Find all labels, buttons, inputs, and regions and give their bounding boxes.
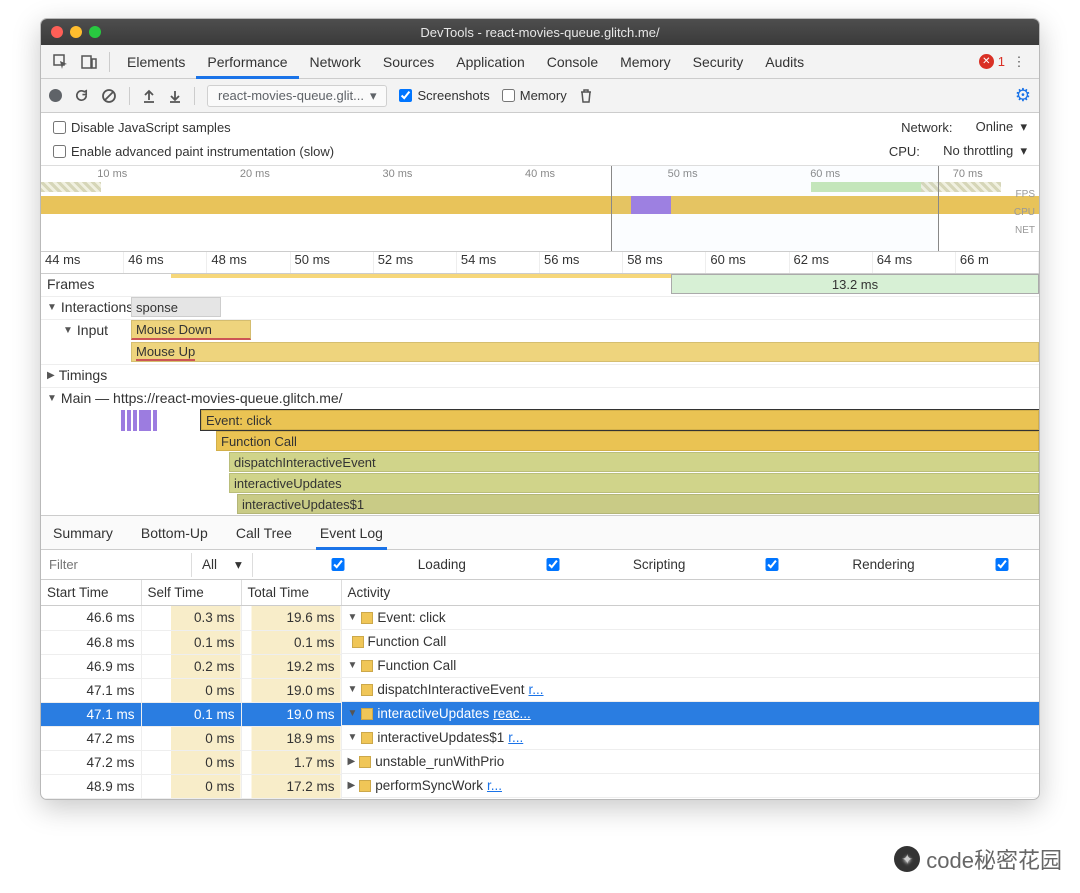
tab-sources[interactable]: Sources — [372, 45, 445, 79]
tab-console[interactable]: Console — [536, 45, 609, 79]
clear-icon[interactable] — [101, 88, 117, 104]
rendering-checkbox[interactable]: Rendering — [697, 557, 914, 572]
enable-paint-checkbox[interactable]: Enable advanced paint instrumentation (s… — [53, 144, 334, 159]
overview-chart[interactable]: 10 ms20 ms30 ms40 ms50 ms60 ms70 ms FPSC… — [41, 166, 1039, 252]
painting-checkbox[interactable]: Pain — [927, 557, 1040, 572]
loading-checkbox[interactable]: Loading — [263, 557, 466, 572]
error-badge[interactable]: ✕1 — [979, 54, 1005, 69]
tab-summary[interactable]: Summary — [49, 516, 117, 550]
tab-memory[interactable]: Memory — [609, 45, 682, 79]
more-icon[interactable]: ⋮ — [1009, 52, 1029, 72]
chevron-down-icon[interactable]: ▼ — [47, 302, 57, 313]
device-icon[interactable] — [79, 52, 99, 72]
filter-all-select[interactable]: All▾ — [191, 553, 253, 577]
chevron-down-icon[interactable]: ▼ — [63, 325, 73, 336]
tab-call-tree[interactable]: Call Tree — [232, 516, 296, 550]
table-row[interactable]: 46.6 ms0.3 ms19.6 ms▼Event: click — [41, 606, 1040, 631]
overview-selection[interactable] — [611, 166, 939, 251]
devtools-tabs: Elements Performance Network Sources App… — [41, 45, 1039, 79]
titlebar: DevTools - react-movies-queue.glitch.me/ — [41, 19, 1039, 45]
memory-checkbox[interactable]: Memory — [502, 88, 567, 103]
table-row[interactable]: 46.8 ms0.1 ms0.1 msFunction Call — [41, 630, 1040, 654]
time-ruler[interactable]: 44 ms46 ms48 ms50 ms52 ms54 ms56 ms58 ms… — [41, 252, 1039, 274]
scripting-checkbox[interactable]: Scripting — [478, 557, 686, 572]
disable-js-checkbox[interactable]: Disable JavaScript samples — [53, 120, 231, 135]
frames-track[interactable]: Frames 13.2 ms — [41, 274, 1039, 297]
trash-icon[interactable] — [579, 89, 593, 103]
frame-duration: 13.2 ms — [671, 274, 1039, 294]
timings-track[interactable]: ▶Timings — [41, 365, 1039, 388]
table-row[interactable]: 47.1 ms0 ms19.0 ms▼dispatchInteractiveEv… — [41, 678, 1040, 702]
wechat-icon: ✦ — [894, 846, 920, 872]
cpu-label: CPU: — [889, 144, 920, 159]
reload-icon[interactable] — [74, 88, 89, 103]
tab-audits[interactable]: Audits — [754, 45, 815, 79]
mouse-up-bar[interactable]: Mouse Up — [136, 344, 195, 361]
network-label: Network: — [901, 120, 952, 135]
tab-application[interactable]: Application — [445, 45, 536, 79]
gear-icon[interactable]: ⚙ — [1015, 85, 1031, 106]
tab-event-log[interactable]: Event Log — [316, 516, 387, 550]
bottom-tabs: Summary Bottom-Up Call Tree Event Log — [41, 516, 1039, 550]
col-start[interactable]: Start Time — [41, 580, 141, 606]
error-count: 1 — [998, 54, 1005, 69]
tab-performance[interactable]: Performance — [196, 45, 298, 79]
tracks-panel: Frames 13.2 ms ▼Interactions sponse ▼Inp… — [41, 274, 1039, 516]
event-log-table: All▾ Loading Scripting Rendering Pain St… — [41, 550, 1040, 799]
url-selector[interactable]: react-movies-queue.glit...▾ — [207, 85, 387, 107]
input-track[interactable]: ▼Input Mouse Down Mouse Up — [41, 320, 1039, 365]
record-icon[interactable] — [49, 89, 62, 102]
network-select[interactable]: Online ▾ — [976, 119, 1027, 135]
perf-toolbar: react-movies-queue.glit...▾ Screenshots … — [41, 79, 1039, 113]
mouse-down-bar[interactable]: Mouse Down — [131, 320, 251, 340]
watermark: ✦ code秘密花园 — [894, 843, 1062, 875]
table-row[interactable]: 46.9 ms0.2 ms19.2 ms▼Function Call — [41, 654, 1040, 678]
col-self[interactable]: Self Time — [141, 580, 241, 606]
interactions-track[interactable]: ▼Interactions sponse — [41, 297, 1039, 320]
col-activity[interactable]: Activity — [341, 580, 1040, 606]
inspect-icon[interactable] — [51, 52, 71, 72]
filter-input[interactable] — [41, 553, 191, 576]
download-icon[interactable] — [168, 89, 182, 103]
chevron-down-icon[interactable]: ▼ — [47, 393, 57, 404]
chevron-down-icon: ▾ — [370, 88, 377, 104]
flame-chart[interactable]: Event: click Function Call dispatchInter… — [41, 410, 1039, 516]
main-track-header[interactable]: ▼Main — https://react-movies-queue.glitc… — [41, 388, 1039, 410]
tab-network[interactable]: Network — [299, 45, 372, 79]
chevron-right-icon[interactable]: ▶ — [47, 370, 55, 381]
table-row[interactable]: 47.2 ms0 ms18.9 ms▼interactiveUpdates$1 … — [41, 726, 1040, 750]
tab-elements[interactable]: Elements — [116, 45, 196, 79]
upload-icon[interactable] — [142, 89, 156, 103]
col-total[interactable]: Total Time — [241, 580, 341, 606]
chevron-down-icon: ▾ — [235, 557, 242, 573]
table-row[interactable]: 47.1 ms0.1 ms19.0 ms▼interactiveUpdates … — [41, 702, 1040, 726]
window-title: DevTools - react-movies-queue.glitch.me/ — [41, 25, 1039, 40]
options-bar: Disable JavaScript samples Network: Onli… — [41, 113, 1039, 166]
table-row[interactable]: 48.9 ms0 ms17.2 ms▶performSyncWork r... — [41, 774, 1040, 798]
tab-bottom-up[interactable]: Bottom-Up — [137, 516, 212, 550]
table-row[interactable]: 47.2 ms0 ms1.7 ms▶unstable_runWithPrio — [41, 750, 1040, 774]
tab-security[interactable]: Security — [682, 45, 755, 79]
cpu-select[interactable]: No throttling ▾ — [943, 143, 1027, 159]
screenshots-checkbox[interactable]: Screenshots — [399, 88, 489, 103]
